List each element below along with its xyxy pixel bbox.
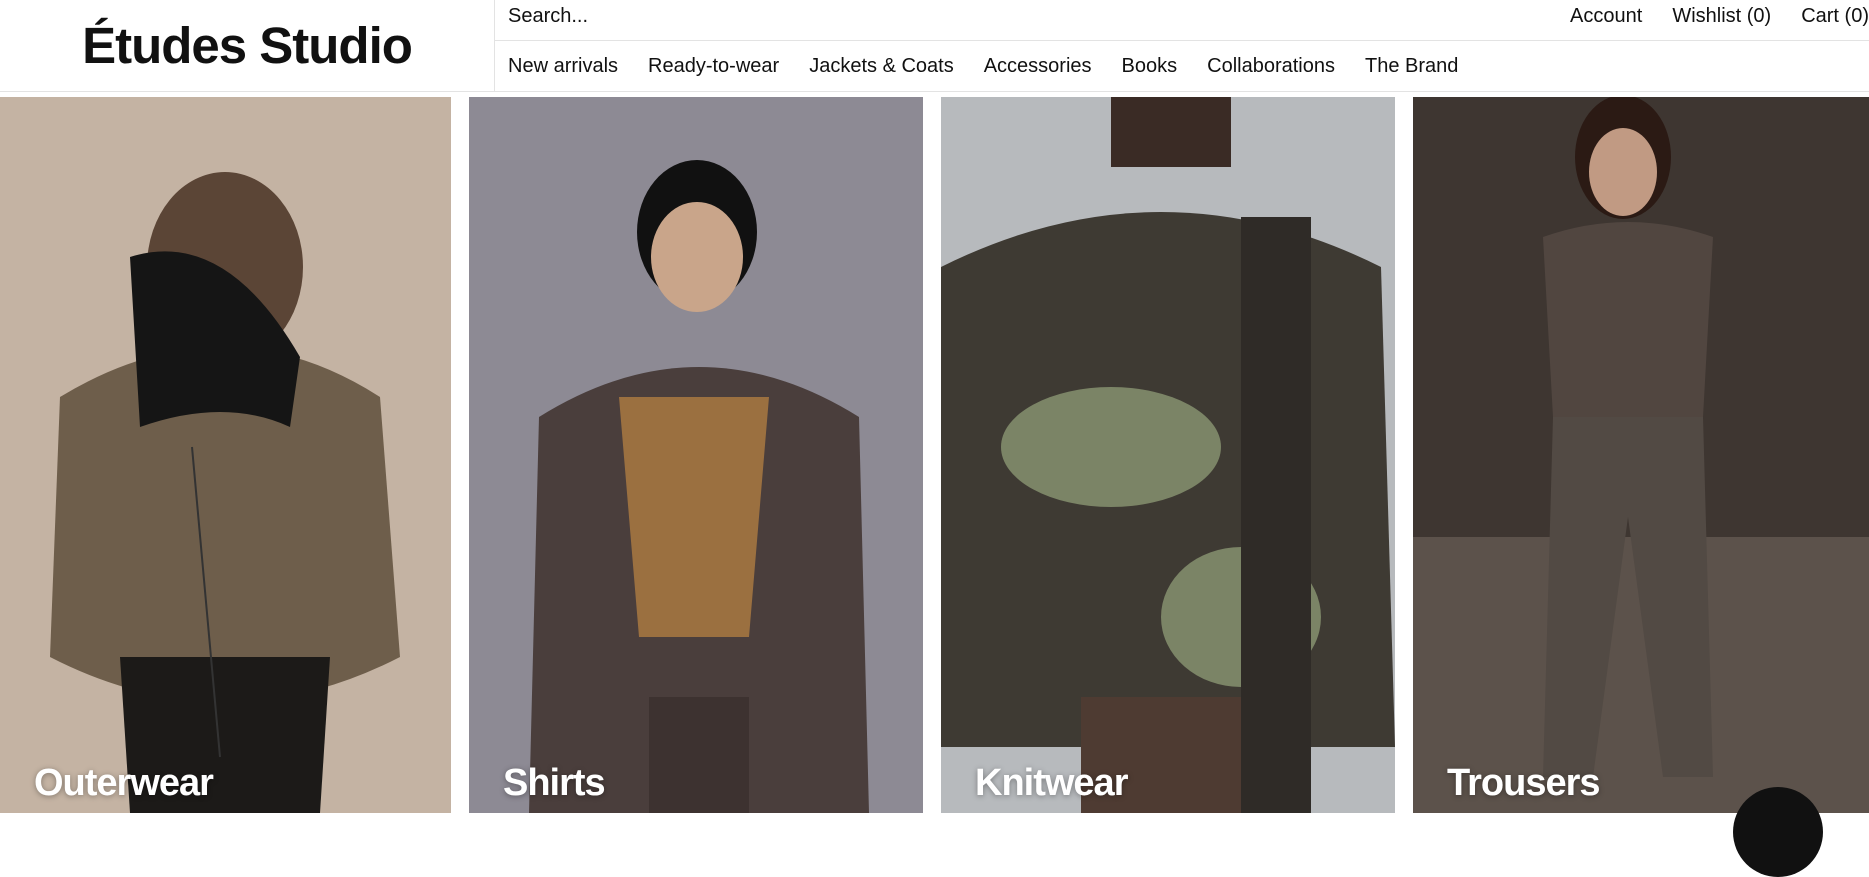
knitwear-photo	[941, 97, 1395, 813]
tile-label-shirts: Shirts	[503, 762, 606, 804]
chat-button[interactable]	[1733, 787, 1823, 877]
category-tiles: Outerwear Shirts Knitwear Trousers	[0, 97, 1869, 813]
account-links: Account Wishlist (0) Cart (0)	[1570, 0, 1869, 32]
category-tile-knitwear[interactable]: Knitwear	[941, 97, 1395, 813]
cart-link[interactable]: Cart (0)	[1801, 5, 1869, 28]
tile-label-trousers: Trousers	[1447, 762, 1601, 804]
tile-label-knitwear: Knitwear	[975, 762, 1128, 804]
category-tile-outerwear[interactable]: Outerwear	[0, 97, 451, 813]
wishlist-link[interactable]: Wishlist (0)	[1672, 5, 1771, 28]
nav-item-jackets-coats[interactable]: Jackets & Coats	[809, 55, 954, 78]
nav-item-accessories[interactable]: Accessories	[984, 55, 1092, 78]
main-nav: New arrivals Ready-to-wear Jackets & Coa…	[495, 41, 1869, 91]
utility-bar: Account Wishlist (0) Cart (0)	[495, 0, 1869, 41]
tile-label-outerwear: Outerwear	[34, 762, 214, 804]
nav-item-collaborations[interactable]: Collaborations	[1207, 55, 1335, 78]
search-input[interactable]	[508, 0, 1108, 32]
site-header: Études Studio Account Wishlist (0) Cart …	[0, 0, 1869, 92]
logo-area: Études Studio	[0, 0, 495, 91]
account-link[interactable]: Account	[1570, 5, 1642, 28]
category-tile-trousers[interactable]: Trousers	[1413, 97, 1869, 813]
nav-item-ready-to-wear[interactable]: Ready-to-wear	[648, 55, 779, 78]
outerwear-photo	[0, 97, 451, 813]
trousers-photo	[1413, 97, 1869, 813]
category-tile-shirts[interactable]: Shirts	[469, 97, 923, 813]
shirts-photo	[469, 97, 923, 813]
nav-item-new-arrivals[interactable]: New arrivals	[508, 55, 618, 78]
nav-item-books[interactable]: Books	[1122, 55, 1178, 78]
brand-logo[interactable]: Études Studio	[82, 16, 413, 75]
nav-item-the-brand[interactable]: The Brand	[1365, 55, 1458, 78]
